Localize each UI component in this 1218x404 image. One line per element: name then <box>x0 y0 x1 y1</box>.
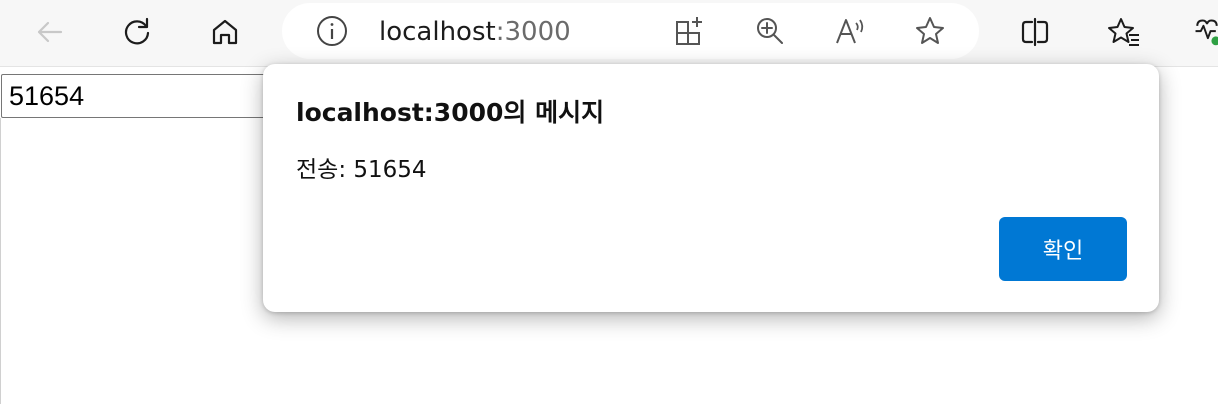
performance-button[interactable] <box>1192 12 1218 52</box>
page-left-border <box>0 118 1 404</box>
zoom-in-icon <box>757 18 783 44</box>
url-port: :3000 <box>495 17 571 47</box>
refresh-button[interactable] <box>117 12 157 52</box>
dialog-message: 전송: 51654 <box>296 157 427 183</box>
refresh-icon <box>124 17 150 45</box>
app-available-button[interactable] <box>672 13 708 49</box>
app-available-icon <box>676 17 702 45</box>
back-arrow-icon <box>37 21 63 43</box>
browser-toolbar: localhost:3000 <box>0 0 1218 67</box>
dialog-title: localhost:3000의 메시지 <box>296 98 605 127</box>
site-info-button[interactable] <box>314 13 350 49</box>
site-info-icon <box>317 16 347 46</box>
read-aloud-icon <box>836 19 864 44</box>
favorite-star-icon <box>916 17 944 44</box>
ok-button[interactable]: 확인 <box>999 217 1127 281</box>
zoom-button[interactable] <box>752 13 788 49</box>
read-aloud-button[interactable] <box>832 13 868 49</box>
alert-dialog: localhost:3000의 메시지 전송: 51654 확인 <box>263 64 1159 312</box>
performance-icon <box>1195 19 1218 46</box>
split-screen-icon <box>1021 17 1049 47</box>
message-input[interactable] <box>1 74 266 118</box>
home-button[interactable] <box>205 12 245 52</box>
address-bar[interactable]: localhost:3000 <box>282 3 979 59</box>
url-host: localhost <box>379 17 496 47</box>
favorite-button[interactable] <box>912 13 948 49</box>
url-text[interactable]: localhost:3000 <box>379 17 571 47</box>
home-icon <box>212 19 238 45</box>
favorites-button[interactable] <box>1104 12 1144 52</box>
favorites-list-icon <box>1108 18 1139 46</box>
split-screen-button[interactable] <box>1015 12 1055 52</box>
back-button[interactable] <box>30 12 70 52</box>
